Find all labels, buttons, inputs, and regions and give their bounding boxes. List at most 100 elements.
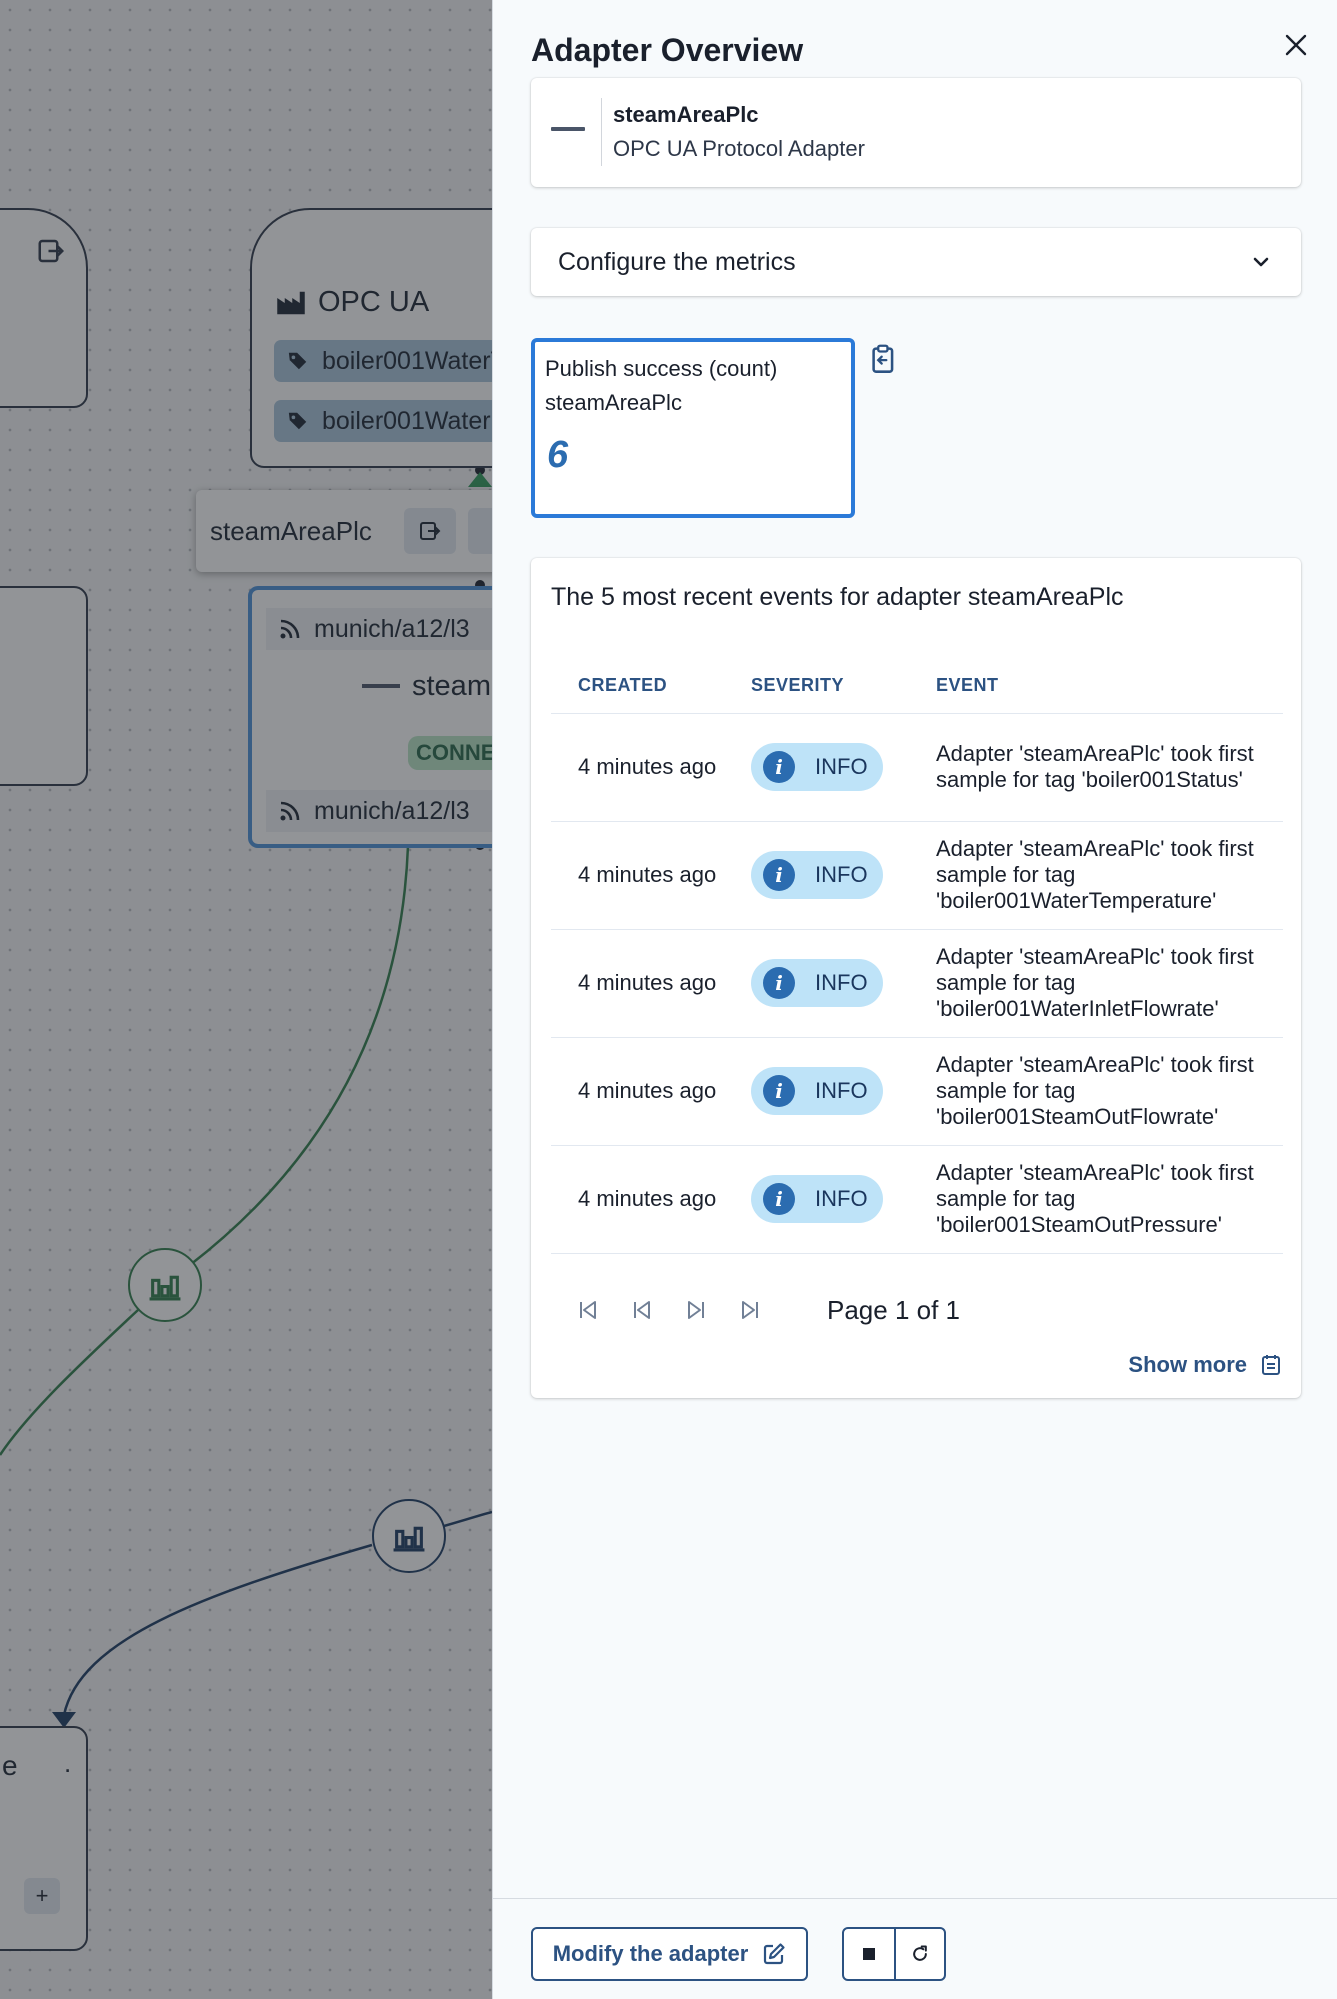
event-created: 4 minutes ago [551,1037,751,1146]
show-more-link[interactable]: Show more [1128,1352,1281,1378]
column-header-event[interactable]: EVENT [936,658,1283,714]
events-heading: The 5 most recent events for adapter ste… [551,583,1124,611]
adapter-name: steamAreaPlc [613,102,759,127]
metric-source: steamAreaPlc [545,390,682,415]
event-severity-cell: i INFO [751,713,936,822]
event-severity-cell: i INFO [751,929,936,1038]
configure-metrics-accordion[interactable]: Configure the metrics [531,228,1301,296]
table-row: 4 minutes ago i INFO Adapter 'steamAreaPl… [551,929,1283,1038]
event-created: 4 minutes ago [551,929,751,1038]
add-button[interactable]: + [24,1878,60,1914]
accordion-label: Configure the metrics [558,247,796,276]
severity-badge: i INFO [751,743,883,791]
opcua-logo-icon [362,684,400,688]
modify-adapter-label: Modify the adapter [552,1941,749,1966]
event-severity-cell: i INFO [751,1037,936,1146]
event-created: 4 minutes ago [551,821,751,930]
info-icon: i [763,859,795,891]
first-page-icon [580,1301,596,1319]
divider [601,98,602,166]
metric-value: 6 [547,434,569,476]
opcua-node-title: OPC UA [318,286,430,318]
bridge-node[interactable] [0,208,88,408]
event-description: Adapter 'steamAreaPlc' took first sample… [936,1145,1283,1254]
severity-badge: i INFO [751,851,883,899]
clipboard-copy-icon [872,344,894,373]
adapter-type: OPC UA Protocol Adapter [613,136,865,161]
edge-metrics-button[interactable] [128,1248,202,1322]
copy-metric-button[interactable] [871,344,901,376]
toolbar-more-button[interactable] [468,508,492,554]
toolbar-export-button[interactable] [404,508,456,554]
show-more-label: Show more [1128,1352,1247,1377]
restart-icon [913,1945,927,1961]
adapter-summary-card: steamAreaPlc OPC UA Protocol Adapter [531,78,1301,187]
panel-title: Adapter Overview [531,32,804,68]
recent-events-card: The 5 most recent events for adapter ste… [531,558,1301,1398]
flow-canvas: e . + OPC UA boiler001WaterT boiler001Wa… [0,0,492,1999]
first-page-button[interactable] [561,1284,615,1336]
edge-navy-lower [62,1543,373,1716]
severity-label: INFO [815,1186,868,1211]
adapter-node-name: steam [412,670,491,702]
left-node[interactable] [0,586,88,786]
event-severity-cell: i INFO [751,1145,936,1254]
severity-badge: i INFO [751,1067,883,1115]
page-indicator: Page 1 of 1 [827,1294,960,1325]
previous-page-button[interactable] [615,1284,669,1336]
edit-icon [764,1943,785,1965]
tag-pill[interactable]: boiler001WaterI [274,400,492,442]
edge-green-lower [0,1309,139,1456]
edge-metrics-button[interactable] [372,1499,446,1573]
bottom-node-dot: . [64,1748,72,1778]
previous-page-icon [634,1301,650,1319]
column-header-created[interactable]: CREATED [551,658,751,714]
close-icon [1285,34,1307,56]
stop-adapter-button[interactable] [844,1929,894,1979]
tag-pill[interactable]: boiler001WaterT [274,340,492,382]
info-icon: i [763,1183,795,1215]
chevron-down-icon [1253,257,1269,267]
adapter-node[interactable]: munich/a12/l3 steam CONNE munich/a12/l3 [248,586,492,848]
event-description: Adapter 'steamAreaPlc' took first sample… [936,821,1283,930]
pagination: Page 1 of 1 [561,1284,960,1336]
rss-icon [280,801,300,821]
last-page-button[interactable] [723,1284,777,1336]
next-page-button[interactable] [669,1284,723,1336]
adapter-action-group [842,1927,946,1981]
close-button[interactable] [1273,22,1319,68]
toolbar-adapter-name: steamAreaPlc [210,516,372,546]
severity-label: INFO [815,862,868,887]
bottom-left-node[interactable]: e . + [0,1726,88,1951]
severity-label: INFO [815,1078,868,1103]
restart-adapter-button[interactable] [894,1929,944,1979]
table-header-row: CREATED SEVERITY EVENT [551,658,1283,714]
tag-label: boiler001WaterI [322,406,492,435]
events-table: CREATED SEVERITY EVENT 4 minutes ago i IN… [551,658,1283,1254]
tag-label: boiler001WaterT [322,346,492,375]
metric-tile: Publish success (count) steamAreaPlc 6 [531,338,855,518]
event-severity-cell: i INFO [751,821,936,930]
edge-green [189,845,410,1266]
export-icon [420,522,441,540]
event-created: 4 minutes ago [551,713,751,822]
info-icon: i [763,967,795,999]
bar-chart-icon [149,1275,181,1301]
topic-label: munich/a12/l3 [314,796,470,825]
table-row: 4 minutes ago i INFO Adapter 'steamAreaPl… [551,713,1283,822]
modify-adapter-button[interactable]: Modify the adapter [531,1927,808,1981]
rss-icon [280,619,300,639]
column-header-severity[interactable]: SEVERITY [751,658,936,714]
bar-chart-icon [393,1526,425,1552]
next-page-icon [688,1301,704,1319]
adapter-toolbar[interactable]: steamAreaPlc [196,490,492,572]
last-page-icon [742,1301,758,1319]
handle-arrow [468,472,492,487]
severity-badge: i INFO [751,1175,883,1223]
list-icon [1262,1355,1280,1375]
event-created: 4 minutes ago [551,1145,751,1254]
event-description: Adapter 'steamAreaPlc' took first sample… [936,713,1283,822]
table-row: 4 minutes ago i INFO Adapter 'steamAreaPl… [551,1145,1283,1254]
table-row: 4 minutes ago i INFO Adapter 'steamAreaPl… [551,1037,1283,1146]
opcua-device-node[interactable]: OPC UA boiler001WaterT boiler001WaterI [250,208,492,468]
